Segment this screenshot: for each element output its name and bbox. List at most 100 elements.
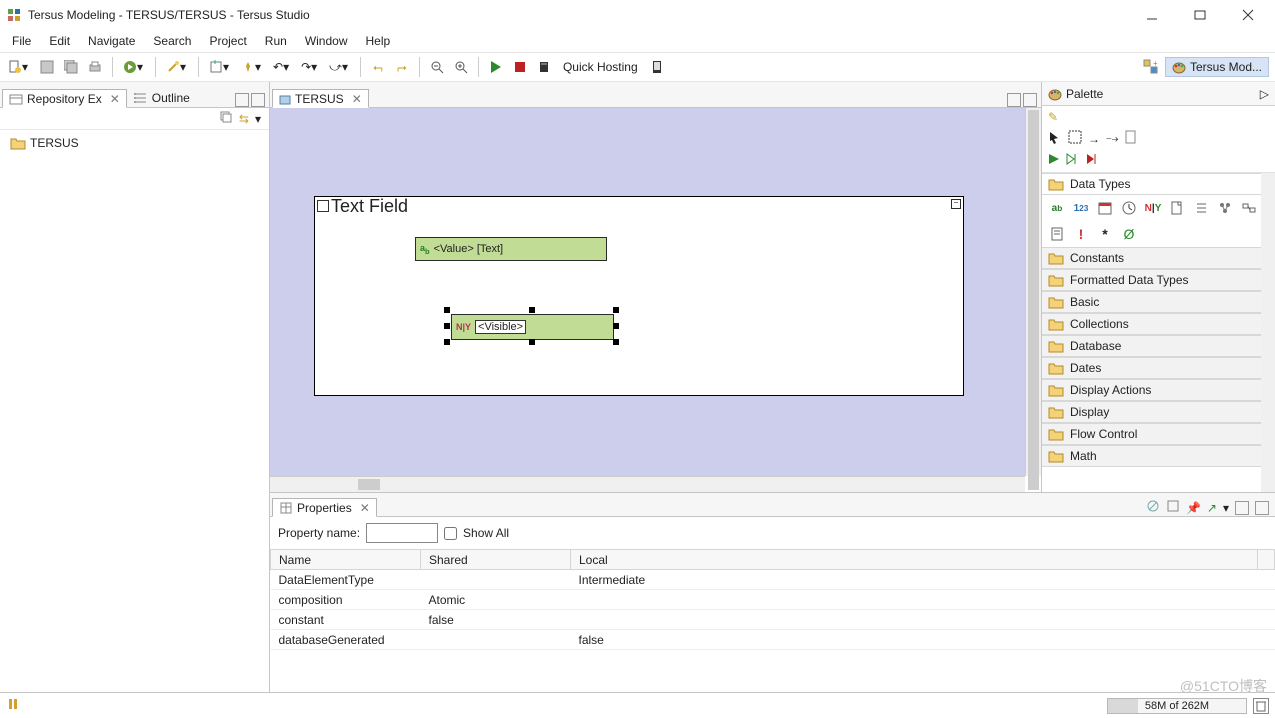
drawer-basic[interactable]: Basic	[1042, 291, 1275, 313]
zoom-in-button[interactable]	[452, 56, 470, 78]
drawer-flow-control[interactable]: Flow Control	[1042, 423, 1275, 445]
nav-step-button[interactable]: ⤻ ▾	[327, 56, 352, 78]
date-type-icon[interactable]	[1096, 199, 1114, 217]
prop-tool-export[interactable]: ↗	[1207, 501, 1217, 515]
menu-run[interactable]: Run	[257, 32, 295, 50]
table-row[interactable]: compositionAtomic	[271, 590, 1275, 610]
drawer-math[interactable]: Math	[1042, 445, 1275, 467]
skip-tool-icon[interactable]	[1086, 153, 1100, 168]
view-maximize-button[interactable]	[1023, 93, 1037, 107]
drawer-constants[interactable]: Constants	[1042, 247, 1275, 269]
nav-back-button[interactable]: ↶ ▾	[271, 56, 293, 78]
menu-file[interactable]: File	[4, 32, 39, 50]
drawer-display-actions[interactable]: Display Actions	[1042, 379, 1275, 401]
property-name-input[interactable]	[366, 523, 438, 543]
selection-handles[interactable]: N|Y <Visible>	[446, 309, 617, 343]
close-icon[interactable]: ✕	[360, 501, 370, 515]
map-type-icon[interactable]	[1240, 199, 1258, 217]
menu-window[interactable]: Window	[297, 32, 356, 50]
model-collapse-icon[interactable]: −	[951, 199, 961, 209]
close-icon[interactable]: ✕	[110, 92, 120, 106]
table-row[interactable]: constantfalse	[271, 610, 1275, 630]
brush-tool-icon[interactable]: ✎	[1048, 110, 1058, 124]
stop-button[interactable]	[511, 56, 529, 78]
table-row[interactable]: databaseGeneratedfalse	[271, 630, 1275, 650]
show-all-checkbox[interactable]	[444, 527, 457, 540]
run-tool-icon[interactable]	[1048, 153, 1060, 168]
properties-table[interactable]: Name Shared Local DataElementTypeInterme…	[270, 549, 1275, 692]
view-maximize-button[interactable]	[251, 93, 265, 107]
model-text-field[interactable]: Text Field − ab <Value> [Text] N|Y <Visi…	[314, 196, 964, 396]
history-fwd-button[interactable]: ⮣	[393, 56, 411, 78]
repository-tree[interactable]: TERSUS	[0, 130, 269, 692]
view-minimize-button[interactable]	[1007, 93, 1021, 107]
editor-vscrollbar[interactable]	[1025, 108, 1041, 476]
drawer-collections[interactable]: Collections	[1042, 313, 1275, 335]
palette-body[interactable]: Data Types ab 123 N|Y	[1042, 173, 1275, 492]
window-minimize-button[interactable]	[1137, 4, 1167, 26]
wand-button[interactable]: ▾	[164, 56, 190, 78]
time-type-icon[interactable]	[1120, 199, 1138, 217]
drawer-display[interactable]: Display	[1042, 401, 1275, 423]
boolean-type-icon[interactable]: N|Y	[1144, 199, 1162, 217]
new-button[interactable]: ▾	[6, 56, 32, 78]
view-maximize-button[interactable]	[1255, 501, 1269, 515]
tab-outline[interactable]: Outline	[127, 88, 197, 107]
col-shared[interactable]: Shared	[421, 550, 571, 570]
file-type-icon[interactable]	[1168, 199, 1186, 217]
number-type-icon[interactable]: 123	[1072, 199, 1090, 217]
close-icon[interactable]: ✕	[352, 92, 362, 106]
error-type-icon[interactable]: !	[1072, 225, 1090, 243]
view-menu-icon[interactable]: ▾	[255, 112, 261, 126]
window-close-button[interactable]	[1233, 4, 1263, 26]
prop-tool-2[interactable]	[1166, 499, 1180, 516]
history-back-button[interactable]: ⮢	[369, 56, 387, 78]
menu-edit[interactable]: Edit	[41, 32, 78, 50]
col-local[interactable]: Local	[571, 550, 1258, 570]
connector-tool-icon[interactable]: →	[1088, 132, 1100, 146]
slot-visible-edit[interactable]: <Visible>	[475, 320, 526, 334]
prop-tool-1[interactable]	[1146, 499, 1160, 516]
note-tool-icon[interactable]	[1124, 130, 1138, 147]
server-button[interactable]	[535, 56, 553, 78]
menu-project[interactable]: Project	[201, 32, 254, 50]
text-type-icon[interactable]: ab	[1048, 199, 1066, 217]
select-tool-icon[interactable]	[1048, 130, 1062, 147]
link-icon[interactable]: ⇆	[239, 112, 249, 126]
quick-hosting-label[interactable]: Quick Hosting	[559, 60, 642, 74]
device-button[interactable]	[648, 56, 666, 78]
any-type-icon[interactable]: *	[1096, 225, 1114, 243]
prop-view-menu[interactable]: ▾	[1223, 501, 1229, 515]
perspective-tersus[interactable]: Tersus Mod...	[1165, 57, 1269, 77]
view-minimize-button[interactable]	[1235, 501, 1249, 515]
prop-tool-pin[interactable]: 📌	[1186, 501, 1201, 515]
view-minimize-button[interactable]	[235, 93, 249, 107]
new-window-button[interactable]: ▾	[207, 56, 233, 78]
step-tool-icon[interactable]	[1066, 153, 1080, 168]
document-type-icon[interactable]	[1048, 225, 1066, 243]
tab-repository[interactable]: Repository Ex ✕	[2, 89, 127, 108]
print-button[interactable]	[86, 56, 104, 78]
nothing-type-icon[interactable]: Ø	[1120, 225, 1138, 243]
run-config-button[interactable]: ▾	[121, 56, 147, 78]
palette-scrollbar[interactable]	[1261, 173, 1275, 492]
slot-value[interactable]: ab <Value> [Text]	[415, 237, 607, 261]
save-button[interactable]	[38, 56, 56, 78]
drawer-dates[interactable]: Dates	[1042, 357, 1275, 379]
tree-item-root[interactable]: TERSUS	[6, 134, 269, 152]
drawer-formatted[interactable]: Formatted Data Types	[1042, 269, 1275, 291]
collapse-all-icon[interactable]	[219, 110, 233, 127]
col-name[interactable]: Name	[271, 550, 421, 570]
slot-visible[interactable]: N|Y <Visible>	[451, 314, 614, 340]
memory-bar[interactable]: 58M of 262M	[1107, 698, 1247, 714]
dashed-connector-tool-icon[interactable]: ⤍	[1106, 131, 1118, 146]
editor-tab-tersus[interactable]: TERSUS ✕	[272, 89, 369, 108]
editor-hscrollbar[interactable]	[270, 476, 1025, 492]
marquee-tool-icon[interactable]	[1068, 130, 1082, 147]
open-perspective-button[interactable]: +	[1141, 56, 1161, 78]
menu-search[interactable]: Search	[145, 32, 199, 50]
table-row[interactable]: DataElementTypeIntermediate	[271, 570, 1275, 590]
tree-type-icon[interactable]	[1216, 199, 1234, 217]
save-all-button[interactable]	[62, 56, 80, 78]
zoom-out-button[interactable]	[428, 56, 446, 78]
